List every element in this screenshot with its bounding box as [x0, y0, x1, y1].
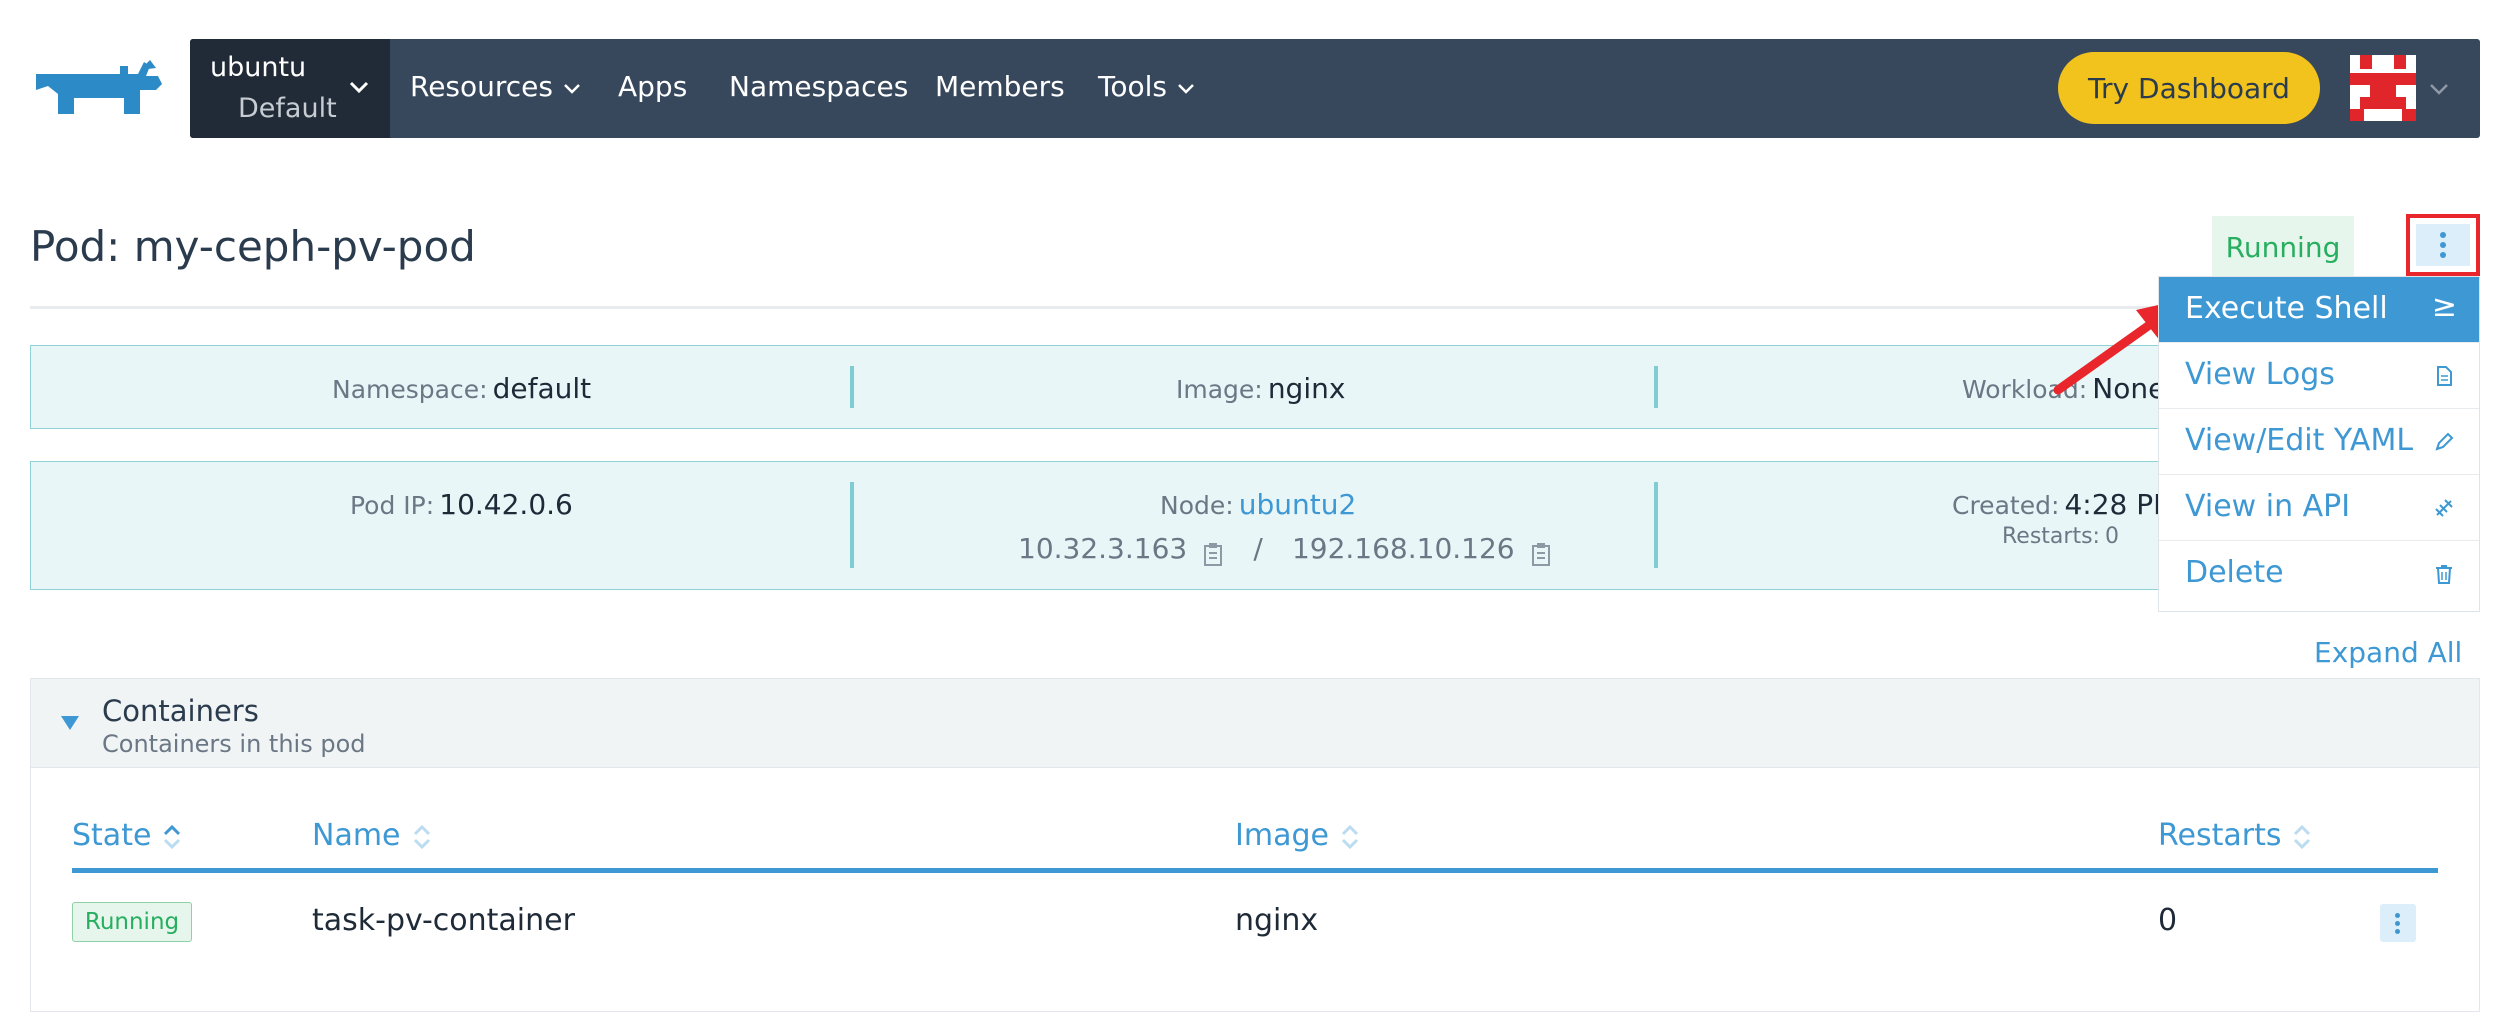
expand-all-link[interactable]: Expand All: [2314, 636, 2462, 669]
project-name: Default: [238, 93, 337, 124]
node-ip-internal: 10.32.3.163: [1018, 532, 1188, 565]
column-label: Image: [1235, 818, 1329, 853]
container-status-badge: Running: [72, 902, 192, 942]
node-ips: 10.32.3.163 / 192.168.10.126: [1018, 532, 1552, 567]
user-avatar[interactable]: [2350, 55, 2416, 121]
sort-icon: [413, 824, 430, 849]
restarts-label: Restarts:: [2002, 524, 2100, 549]
menu-item-label: View Logs: [2185, 357, 2335, 392]
menu-item-label: View/Edit YAML: [2185, 423, 2414, 458]
nav-apps[interactable]: Apps: [618, 70, 687, 103]
image-field: Image: nginx: [1176, 372, 1345, 405]
menu-item-view-logs[interactable]: View Logs: [2159, 343, 2479, 409]
namespace-value: default: [492, 372, 592, 405]
image-value: nginx: [1267, 372, 1346, 405]
try-dashboard-button[interactable]: Try Dashboard: [2058, 52, 2320, 124]
file-icon: [2437, 366, 2452, 386]
menu-item-delete[interactable]: Delete: [2159, 541, 2479, 607]
menu-item-view-in-api[interactable]: View in API: [2159, 475, 2479, 541]
namespace-field: Namespace: default: [332, 372, 591, 405]
pencil-icon: [2435, 432, 2454, 451]
node-label: Node:: [1160, 491, 1234, 520]
kebab-icon: [2416, 224, 2470, 266]
column-label: Name: [312, 818, 401, 853]
trash-icon: [2436, 565, 2452, 584]
sort-icon: [2294, 824, 2311, 849]
row-actions-button[interactable]: [2380, 904, 2416, 942]
sort-icon: [1341, 824, 1359, 849]
chevron-down-icon: [564, 84, 580, 94]
column-label: State: [72, 818, 152, 853]
chevron-down-icon[interactable]: [2428, 78, 2450, 100]
pod-ip-label: Pod IP:: [350, 491, 435, 520]
column-header-image[interactable]: Image: [1235, 818, 1359, 853]
nav-tools[interactable]: Tools: [1098, 70, 1195, 103]
actions-menu-button[interactable]: [2406, 214, 2480, 276]
nav-resources[interactable]: Resources: [410, 70, 581, 103]
status-badge: Running: [2212, 216, 2354, 278]
terminal-icon: ≥: [2431, 289, 2457, 324]
column-header-name[interactable]: Name: [312, 818, 431, 853]
page-title: Pod: my-ceph-pv-pod: [30, 222, 476, 271]
menu-item-label: View in API: [2185, 489, 2351, 524]
restarts-field: Restarts: 0: [2002, 524, 2119, 549]
node-field: Node: ubuntu2: [1160, 488, 1356, 521]
menu-item-execute-shell[interactable]: Execute Shell ≥: [2159, 277, 2479, 343]
divider: [1654, 482, 1658, 568]
node-link[interactable]: ubuntu2: [1239, 488, 1357, 521]
nav-namespaces[interactable]: Namespaces: [729, 70, 908, 103]
divider: [850, 366, 854, 408]
containers-subtitle: Containers in this pod: [102, 730, 366, 758]
node-ip-external: 192.168.10.126: [1291, 532, 1515, 565]
divider: [1654, 366, 1658, 408]
sort-asc-icon: [164, 824, 181, 849]
chevron-down-icon: [349, 81, 369, 94]
pod-ip-value: 10.42.0.6: [439, 488, 573, 521]
column-header-state[interactable]: State: [72, 818, 181, 853]
container-name-link[interactable]: task-pv-container: [312, 903, 575, 938]
copy-icon[interactable]: [1530, 541, 1552, 567]
image-label: Image:: [1176, 375, 1263, 404]
nav-members[interactable]: Members: [935, 70, 1065, 103]
nav-resources-label: Resources: [410, 70, 553, 103]
containers-title: Containers: [102, 694, 259, 728]
table-header-rule: [72, 868, 2438, 873]
actions-dropdown-menu: Execute Shell ≥ View Logs View/Edit YAML…: [2158, 276, 2480, 612]
copy-icon[interactable]: [1202, 541, 1224, 567]
caret-down-icon[interactable]: [60, 714, 80, 732]
created-field: Created: 4:28 PM: [1952, 488, 2177, 521]
cluster-name: ubuntu: [210, 52, 307, 83]
namespace-label: Namespace:: [332, 375, 488, 404]
column-label: Restarts: [2158, 818, 2282, 853]
container-image: nginx: [1235, 903, 1319, 938]
chevron-down-icon: [1178, 84, 1194, 94]
menu-item-label: Delete: [2185, 555, 2284, 590]
divider: [850, 482, 854, 568]
container-restarts: 0: [2158, 903, 2178, 938]
created-label: Created:: [1952, 491, 2060, 520]
nav-tools-label: Tools: [1098, 70, 1167, 103]
containers-panel-header[interactable]: [30, 678, 2480, 768]
restarts-value: 0: [2105, 524, 2120, 549]
column-header-restarts[interactable]: Restarts: [2158, 818, 2311, 853]
rancher-logo-icon[interactable]: [28, 56, 166, 126]
node-ip-separator: /: [1253, 532, 1263, 565]
pod-ip-field: Pod IP: 10.42.0.6: [350, 488, 573, 521]
menu-item-view-edit-yaml[interactable]: View/Edit YAML: [2159, 409, 2479, 475]
menu-item-label: Execute Shell: [2185, 291, 2388, 326]
link-icon: [2435, 499, 2453, 517]
